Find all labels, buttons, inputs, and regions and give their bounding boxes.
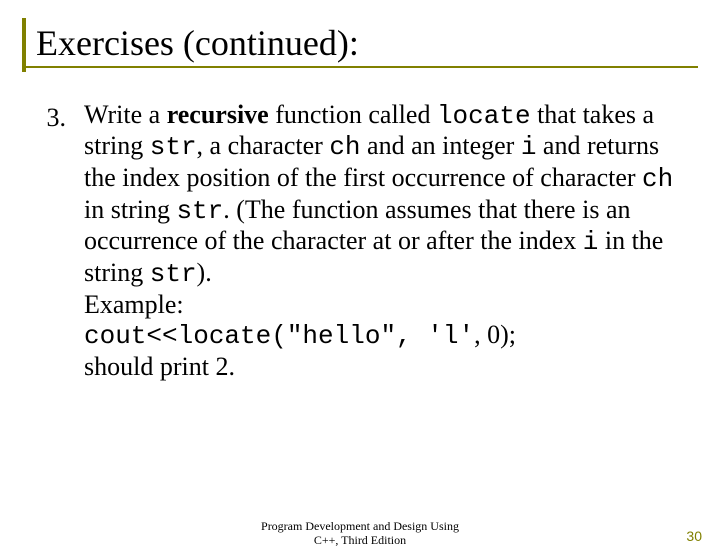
slide: Exercises (continued): 3. Write a recurs… <box>0 18 720 558</box>
footer-line-2: C++, Third Edition <box>314 533 406 547</box>
code-inline: i <box>583 227 599 257</box>
code-line: cout<<locate("hello", 'l' <box>84 321 474 351</box>
text: and an integer <box>361 131 521 160</box>
code-tail: , 0); <box>474 320 516 349</box>
page-number: 30 <box>686 528 702 544</box>
text: Write a <box>84 100 167 129</box>
title-container: Exercises (continued): <box>22 18 698 72</box>
code-inline: str <box>150 259 197 289</box>
code-inline: ch <box>329 132 360 162</box>
code-inline: str <box>176 196 223 226</box>
code-inline: ch <box>642 164 673 194</box>
text: in string <box>84 195 176 224</box>
footer-line-1: Program Development and Design Using <box>261 519 459 533</box>
content-area: 3. Write a recursive function called loc… <box>0 72 720 383</box>
title-underline <box>26 66 698 68</box>
footer-text: Program Development and Design Using C++… <box>0 520 720 548</box>
text: , a character <box>197 131 330 160</box>
code-inline: locate <box>437 101 531 131</box>
code-inline: str <box>150 132 197 162</box>
item-number: 3. <box>44 100 66 135</box>
slide-title: Exercises (continued): <box>36 24 698 64</box>
example-label: Example: <box>84 290 184 319</box>
item-body: Write a recursive function called locate… <box>84 100 676 383</box>
code-inline: i <box>521 132 537 162</box>
list-item: 3. Write a recursive function called loc… <box>44 100 676 383</box>
text-bold: recursive <box>167 100 269 129</box>
result-text: should print 2. <box>84 352 235 381</box>
text: function called <box>269 100 437 129</box>
text: ). <box>197 258 212 287</box>
